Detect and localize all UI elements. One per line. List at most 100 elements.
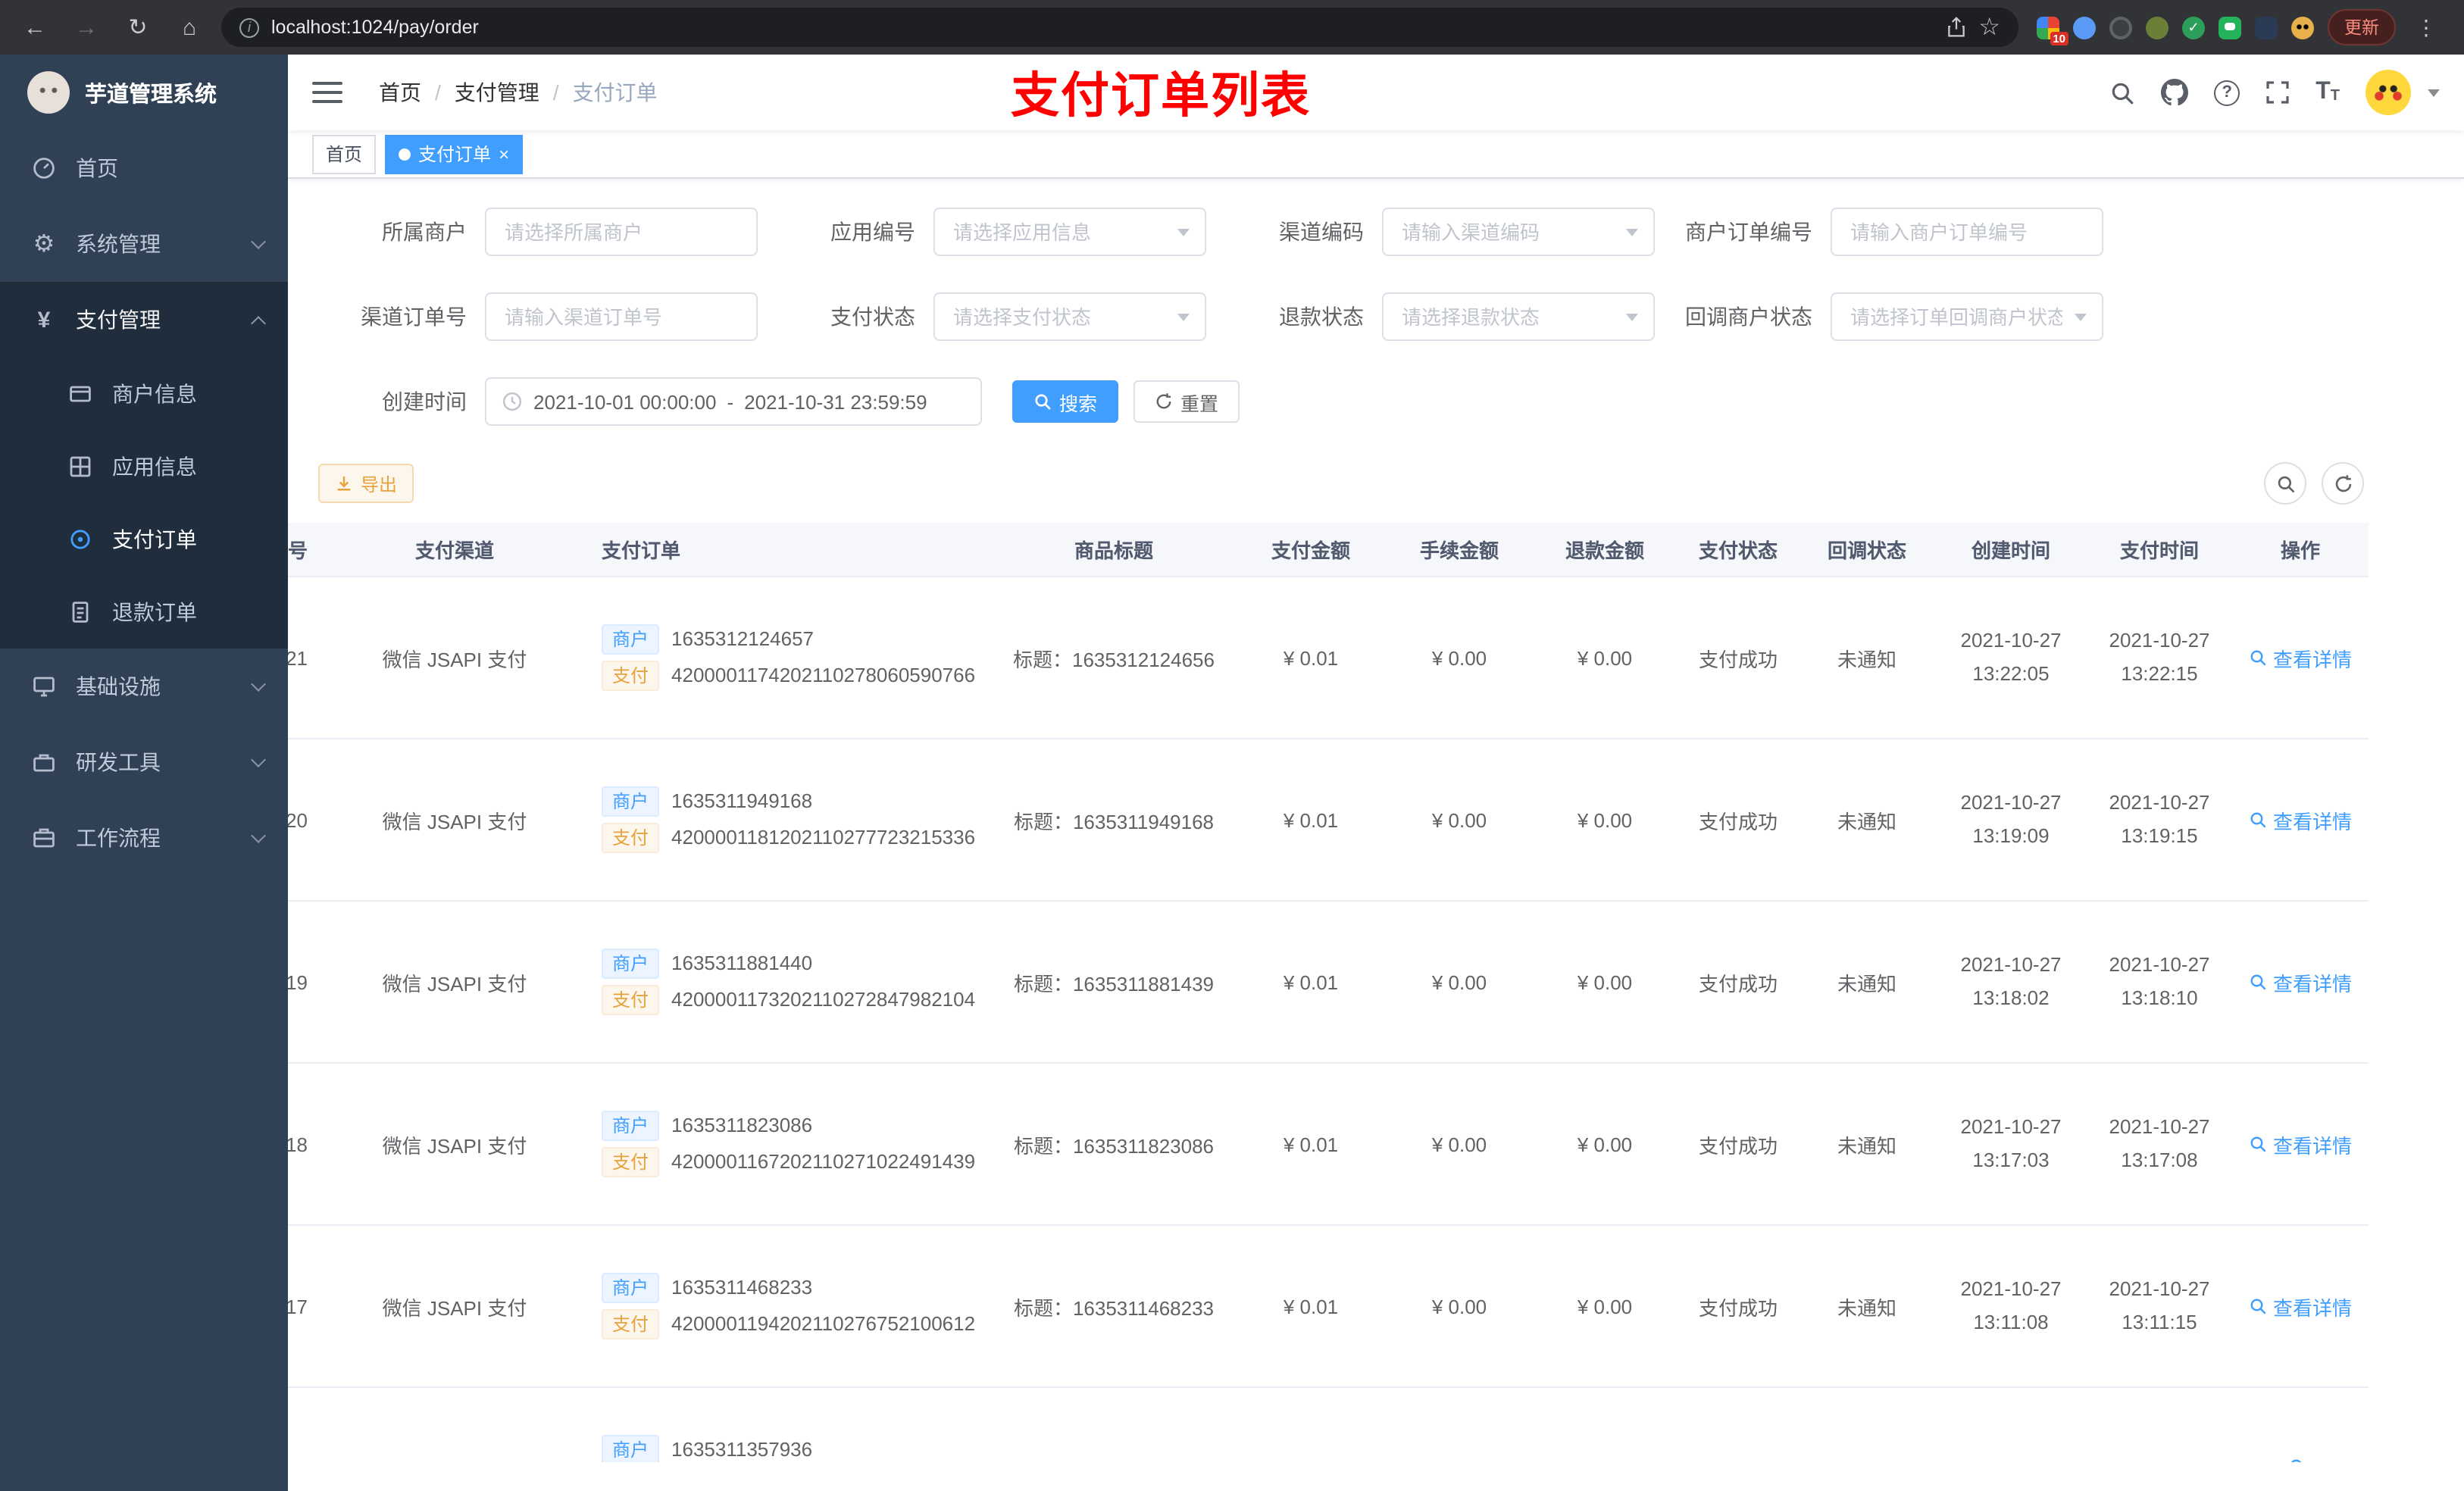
extension-icon-5[interactable]: ✓	[2182, 16, 2205, 39]
sidebar-item-refund-order[interactable]: 退款订单	[0, 576, 288, 649]
tags-view-bar: 首页 支付订单 ×	[288, 130, 2464, 179]
avatar-caret-icon[interactable]	[2428, 89, 2440, 96]
view-detail-link[interactable]: 查看详情	[2249, 805, 2352, 834]
breadcrumb-home[interactable]: 首页	[379, 77, 421, 108]
browser-menu-icon[interactable]: ⋮	[2409, 14, 2443, 40]
refund-amount-cell: ¥ 0.00	[1577, 1295, 1633, 1318]
extension-icon-4[interactable]	[2146, 16, 2169, 39]
site-info-icon[interactable]: i	[239, 17, 259, 37]
action-cell: 查看详情	[2232, 967, 2369, 996]
table-search-toggle-button[interactable]	[2264, 462, 2306, 505]
filter-label-create-time: 创建时间	[382, 389, 467, 414]
channel-code-filter-select[interactable]	[1382, 208, 1655, 256]
refund-amount-cell: ¥ 0.00	[1577, 646, 1633, 669]
help-icon[interactable]: ?	[2214, 80, 2240, 105]
logo-title: 芋道管理系统	[85, 83, 217, 107]
tab-close-icon[interactable]: ×	[499, 145, 509, 163]
monitor-icon	[30, 674, 58, 699]
create-time-cell: 2021-10-27 13:19:09	[1960, 791, 2062, 847]
browser-reload-button[interactable]: ↻	[118, 8, 158, 47]
merchant-tag: 商户	[602, 1273, 660, 1303]
fee-amount-cell: ¥ 0.00	[1431, 971, 1487, 993]
browser-back-button[interactable]: ←	[15, 8, 55, 47]
tab-pay-order[interactable]: 支付订单 ×	[385, 134, 524, 173]
col-order: 支付订单	[602, 539, 681, 562]
extension-icon-7[interactable]	[2255, 16, 2278, 39]
view-detail-link[interactable]: 查看详情	[2249, 967, 2352, 996]
table-refresh-button[interactable]	[2322, 462, 2364, 505]
view-detail-link[interactable]: 查看详情	[2249, 1292, 2352, 1321]
sidebar-item-system[interactable]: ⚙ 系统管理	[0, 206, 288, 282]
breadcrumb-pay-manage[interactable]: 支付管理	[455, 77, 539, 108]
notify-status-cell: 未通知	[1837, 648, 1896, 670]
merchant-tag: 商户	[602, 1435, 660, 1462]
app-filter-select[interactable]	[933, 208, 1206, 256]
merchant-order-no: 1635312124657	[671, 627, 815, 650]
extension-icon-8[interactable]	[2291, 16, 2314, 39]
pay-time-cell: 2021-10-27 13:11:15	[2109, 1277, 2210, 1333]
action-cell: 查看详情	[2232, 1292, 2369, 1321]
pay-status-filter-select[interactable]	[933, 292, 1206, 341]
fullscreen-icon[interactable]	[2265, 80, 2290, 105]
sidebar-item-home[interactable]: 首页	[0, 130, 288, 206]
merchant-order-no-input[interactable]	[1831, 208, 2103, 256]
extension-icon-2[interactable]	[2073, 16, 2096, 39]
pay-order-cell: 商户 1635311881440 支付 42000011732021102728…	[583, 942, 993, 1021]
font-size-icon[interactable]: TT	[2315, 79, 2340, 106]
search-button[interactable]: 搜索	[1012, 380, 1119, 423]
browser-forward-button[interactable]: →	[67, 8, 106, 47]
action-cell: 查看详情	[2232, 805, 2369, 834]
date-start: 2021-10-01 00:00:00	[533, 390, 717, 413]
notify-status-cell: 未通知	[1837, 972, 1896, 995]
sidebar-toggle-icon[interactable]	[312, 82, 342, 103]
refund-status-filter-select[interactable]	[1382, 292, 1655, 341]
sidebar-item-pay-order[interactable]: 支付订单	[0, 503, 288, 576]
merchant-tag: 商户	[602, 1111, 660, 1141]
channel-order-no-input[interactable]	[485, 292, 758, 341]
extension-icon-6[interactable]	[2219, 16, 2241, 39]
notify-status-cell: 未通知	[1837, 810, 1896, 833]
export-button[interactable]: 导出	[318, 464, 414, 503]
sidebar-item-workflow[interactable]: 工作流程	[0, 800, 288, 876]
col-action: 操作	[2280, 539, 2320, 562]
create-time-range-picker[interactable]: 2021-10-01 00:00:00 - 2021-10-31 23:59:5…	[485, 377, 982, 426]
tab-home[interactable]: 首页	[312, 134, 377, 173]
refund-amount-cell: ¥ 0.00	[1577, 808, 1633, 831]
share-icon[interactable]	[1945, 17, 1966, 38]
notify-status-cell: 未通知	[1837, 1296, 1896, 1319]
sidebar-item-payment[interactable]: ¥ 支付管理	[0, 282, 288, 358]
chevron-down-icon	[251, 752, 266, 767]
clock-icon	[502, 391, 523, 412]
pay-tag: 支付	[602, 661, 660, 691]
merchant-tag: 商户	[602, 624, 660, 655]
merchant-filter-input[interactable]	[485, 208, 758, 256]
sidebar-item-merchant-info[interactable]: 商户信息	[0, 358, 288, 430]
search-icon[interactable]	[2109, 80, 2135, 105]
view-detail-link[interactable]: 查看详情	[2249, 1130, 2352, 1158]
notify-status-filter-select[interactable]	[1831, 292, 2103, 341]
extension-icon-1[interactable]: 10	[2037, 16, 2068, 45]
bookmark-star-icon[interactable]: ☆	[1978, 12, 2000, 42]
user-avatar[interactable]	[2366, 70, 2411, 115]
pay-tag: 支付	[602, 985, 660, 1015]
filter-label-refund-status: 退款状态	[1279, 305, 1364, 329]
browser-toolbar: ← → ↻ ⌂ i localhost:1024/pay/order ☆ 10 …	[0, 0, 2464, 55]
sidebar-item-infra[interactable]: 基础设施	[0, 649, 288, 724]
sidebar-item-app-info[interactable]: 应用信息	[0, 430, 288, 503]
extension-icon-3[interactable]	[2109, 16, 2132, 39]
browser-home-button[interactable]: ⌂	[170, 8, 209, 47]
sidebar-logo[interactable]: 芋道管理系统	[0, 55, 288, 130]
github-icon[interactable]	[2161, 79, 2189, 106]
reset-button[interactable]: 重置	[1134, 380, 1240, 423]
chevron-down-icon	[1177, 313, 1190, 320]
address-bar[interactable]: i localhost:1024/pay/order ☆	[221, 8, 2018, 47]
update-button[interactable]: 更新	[2328, 9, 2396, 45]
breadcrumb: 首页 / 支付管理 / 支付订单	[379, 77, 658, 108]
col-channel: 支付渠道	[414, 539, 494, 562]
toolbox-icon	[30, 750, 58, 774]
view-detail-link[interactable]	[2288, 1457, 2312, 1462]
sidebar-item-devtools[interactable]: 研发工具	[0, 724, 288, 800]
goods-title-cell: 标题：1635311823086	[1013, 1134, 1215, 1157]
create-time-cell: 2021-10-27 13:22:05	[1960, 629, 2062, 685]
view-detail-link[interactable]: 查看详情	[2249, 643, 2352, 672]
